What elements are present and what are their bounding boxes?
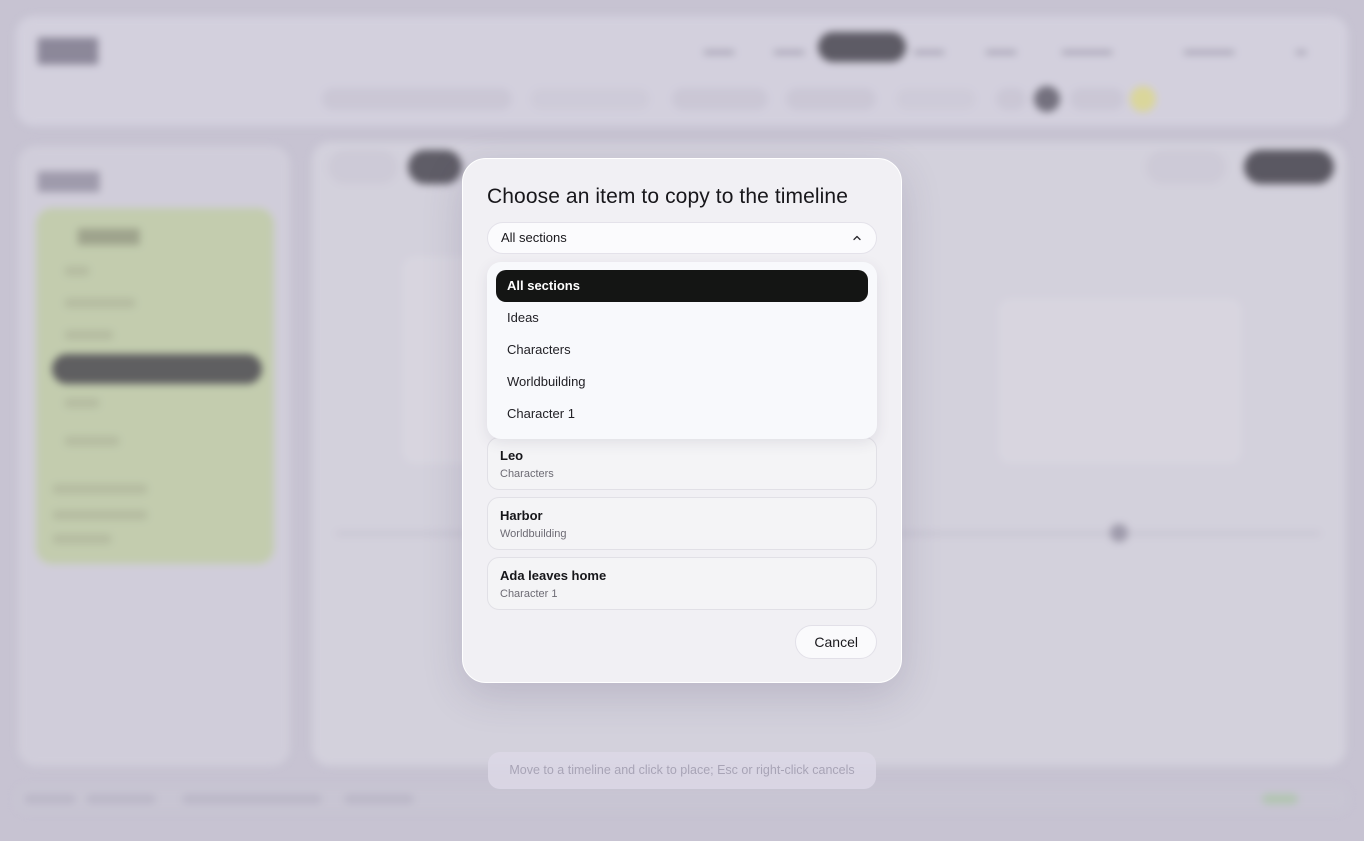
- dropdown-option-character-1[interactable]: Character 1: [496, 398, 868, 430]
- chevron-up-icon: [853, 235, 861, 241]
- placement-hint: Move to a timeline and click to place; E…: [488, 752, 876, 789]
- dropdown-option-all-sections[interactable]: All sections: [496, 270, 868, 302]
- section-filter-dropdown: All sections Ideas Characters Worldbuild…: [487, 262, 877, 439]
- section-filter-select[interactable]: All sections: [487, 222, 877, 254]
- item-name: Harbor: [500, 508, 543, 523]
- dropdown-option-worldbuilding[interactable]: Worldbuilding: [496, 366, 868, 398]
- item-card[interactable]: Leo Characters: [487, 437, 877, 490]
- copy-to-timeline-dialog: Choose an item to copy to the timeline A…: [462, 158, 902, 683]
- cancel-button[interactable]: Cancel: [795, 625, 877, 659]
- section-filter-value: All sections: [501, 230, 567, 245]
- item-card[interactable]: Ada leaves home Character 1: [487, 557, 877, 610]
- dropdown-option-ideas[interactable]: Ideas: [496, 302, 868, 334]
- dropdown-option-characters[interactable]: Characters: [496, 334, 868, 366]
- item-section: Character 1: [500, 588, 558, 600]
- item-name: Leo: [500, 448, 524, 463]
- item-card[interactable]: Harbor Worldbuilding: [487, 497, 877, 550]
- item-name: Ada leaves home: [500, 568, 607, 583]
- dialog-title: Choose an item to copy to the timeline: [487, 185, 848, 208]
- item-section: Characters: [500, 468, 554, 480]
- item-section: Worldbuilding: [500, 528, 567, 540]
